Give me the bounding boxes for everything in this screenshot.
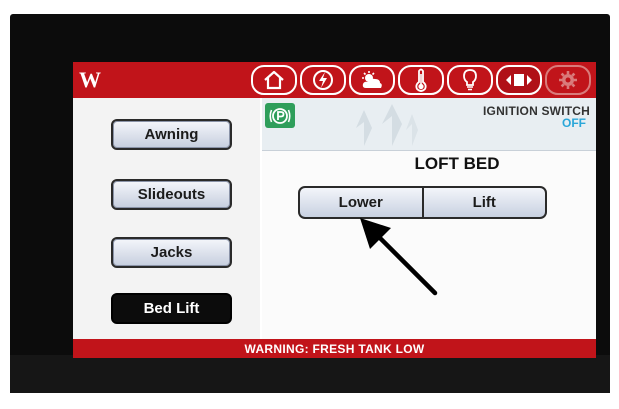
light-bulb-icon: [463, 69, 477, 91]
sidebar-item-bed-lift[interactable]: Bed Lift: [111, 293, 232, 324]
main-panel: IGNITION SWITCH OFF LOFT BED Lower Lift: [262, 98, 596, 339]
device-bezel-bottom: [10, 355, 610, 393]
sidebar-item-awning[interactable]: Awning: [111, 119, 232, 150]
lower-button[interactable]: Lower: [300, 188, 422, 217]
bed-lift-control: Lower Lift: [298, 186, 547, 219]
house-icon: [264, 70, 284, 90]
panel-title: LOFT BED: [414, 154, 500, 173]
brand-logo: W: [79, 67, 101, 92]
gear-icon: [559, 71, 577, 89]
status-strip: IGNITION SWITCH OFF: [262, 98, 596, 151]
tab-power[interactable]: [300, 65, 346, 95]
tab-lights[interactable]: [447, 65, 493, 95]
ignition-switch-value: OFF: [562, 116, 586, 130]
tab-climate[interactable]: [349, 65, 395, 95]
lightning-bolt-icon: [313, 70, 333, 90]
tab-settings[interactable]: [545, 65, 591, 95]
trees-watermark-icon: [356, 104, 418, 146]
touch-screen: W Awning Slideouts Jacks Bed Lift IGNITI…: [73, 62, 596, 358]
tab-leveling[interactable]: [496, 65, 542, 95]
lift-button[interactable]: Lift: [424, 188, 546, 217]
motion-arrows-icon: [506, 74, 532, 86]
top-bar: W: [73, 62, 596, 98]
tab-tanks[interactable]: [398, 65, 444, 95]
parking-brake-icon: [265, 103, 295, 128]
sidebar: Awning Slideouts Jacks Bed Lift: [73, 98, 260, 339]
sun-cloud-icon: [362, 71, 382, 88]
warning-banner: WARNING: FRESH TANK LOW: [73, 339, 596, 358]
tab-home[interactable]: [251, 65, 297, 95]
thermometer-icon: [415, 68, 427, 92]
sidebar-item-jacks[interactable]: Jacks: [111, 237, 232, 268]
sidebar-item-slideouts[interactable]: Slideouts: [111, 179, 232, 210]
